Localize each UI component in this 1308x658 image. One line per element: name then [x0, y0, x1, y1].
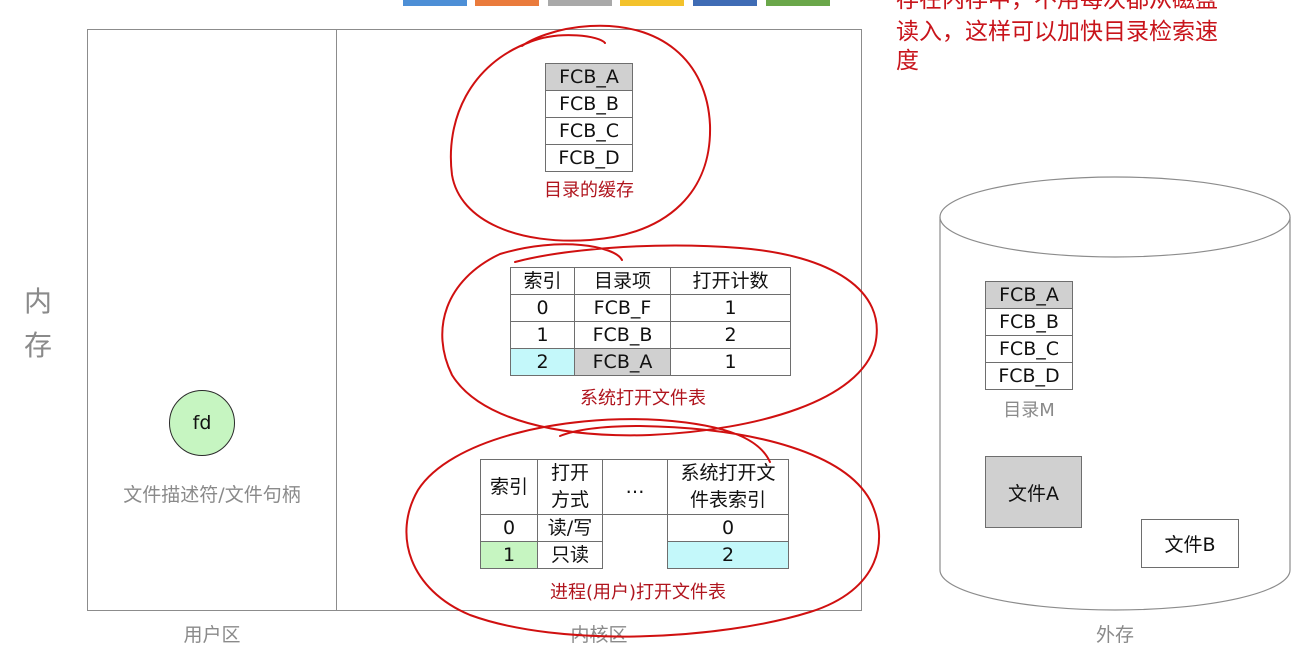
- cylinder-top: [939, 176, 1291, 258]
- table-cell: 0: [667, 514, 789, 542]
- file-b-label: 文件B: [1164, 534, 1216, 556]
- table-cell: [602, 541, 668, 569]
- fd-circle: fd: [169, 390, 235, 456]
- strip-yellow: [620, 0, 684, 6]
- table-cell: 读/写: [537, 514, 603, 542]
- note-line-2: 读入，这样可以加快目录检索速: [896, 19, 1218, 45]
- table-row: FCB_B: [985, 308, 1073, 336]
- process-open-file-table: 索引 打开 方式 … 系统打开文 件表索引 0 读/写 0 1 只读 2: [480, 459, 789, 569]
- table-cell: FCB_A: [574, 348, 671, 376]
- dir-cache-table: FCB_A FCB_B FCB_C FCB_D: [545, 63, 633, 172]
- table-header-row: 索引 目录项 打开计数: [510, 267, 791, 295]
- table-row: 2 FCB_A 1: [510, 348, 791, 376]
- table-row: FCB_D: [545, 144, 633, 172]
- table-header-cell: 目录项: [574, 267, 671, 295]
- strip-darkblue: [693, 0, 757, 6]
- table-cell: FCB_F: [574, 294, 671, 322]
- table-row: 0 FCB_F 1: [510, 294, 791, 322]
- note-line-3: 度: [896, 48, 919, 74]
- note-line-1: 存在内存中，不用每次都从磁盘: [896, 0, 1218, 13]
- table-header-cell: 系统打开文 件表索引: [667, 459, 789, 515]
- table-row: FCB_D: [985, 362, 1073, 390]
- strip-blue: [403, 0, 467, 6]
- table-header-cell: 索引: [480, 459, 538, 515]
- dir-cache-caption: 目录的缓存: [544, 180, 634, 201]
- table-header-cell: 打开 方式: [537, 459, 603, 515]
- table-cell: FCB_C: [985, 335, 1073, 363]
- table-row: 1 只读 2: [480, 541, 789, 569]
- strip-orange: [475, 0, 539, 6]
- table-header-cell: 索引: [510, 267, 575, 295]
- system-open-file-table: 索引 目录项 打开计数 0 FCB_F 1 1 FCB_B 2 2 FCB_A …: [510, 267, 791, 376]
- file-a-box: 文件A: [985, 456, 1082, 528]
- user-area-panel: fd 文件描述符/文件句柄: [87, 29, 337, 611]
- kernel-area-label: 内核区: [570, 624, 628, 646]
- table-cell: 0: [510, 294, 575, 322]
- table-cell: 只读: [537, 541, 603, 569]
- table-cell: 1: [670, 348, 791, 376]
- table-row: FCB_A: [985, 281, 1073, 309]
- table-cell: FCB_D: [545, 144, 633, 172]
- table-row: 1 FCB_B 2: [510, 321, 791, 349]
- table-header-cell: …: [602, 459, 668, 515]
- table-cell: FCB_B: [545, 90, 633, 118]
- directory-m-table: FCB_A FCB_B FCB_C FCB_D: [985, 281, 1073, 390]
- table-row: FCB_B: [545, 90, 633, 118]
- table-cell: FCB_C: [545, 117, 633, 145]
- table-header-row: 索引 打开 方式 … 系统打开文 件表索引: [480, 459, 789, 515]
- table-cell: 1: [510, 321, 575, 349]
- table-cell: FCB_B: [985, 308, 1073, 336]
- system-open-table-caption: 系统打开文件表: [580, 388, 706, 409]
- table-cell: FCB_A: [985, 281, 1073, 309]
- table-row: 0 读/写 0: [480, 514, 789, 542]
- memory-label-char-1: 内: [24, 285, 53, 318]
- user-area-label: 用户区: [183, 624, 241, 646]
- external-storage-label: 外存: [1095, 624, 1134, 646]
- table-cell: FCB_D: [985, 362, 1073, 390]
- file-b-box: 文件B: [1141, 519, 1239, 568]
- fd-caption: 文件描述符/文件句柄: [123, 484, 301, 506]
- directory-m-caption: 目录M: [1003, 400, 1055, 421]
- table-row: FCB_A: [545, 63, 633, 91]
- table-row: FCB_C: [985, 335, 1073, 363]
- table-header-cell: 打开计数: [670, 267, 791, 295]
- table-cell: 2: [667, 541, 789, 569]
- table-cell: 1: [480, 541, 538, 569]
- file-a-label: 文件A: [1008, 482, 1059, 505]
- table-cell: 2: [670, 321, 791, 349]
- table-cell: 1: [670, 294, 791, 322]
- table-cell: [602, 514, 668, 542]
- memory-label-char-2: 存: [24, 329, 53, 362]
- strip-green: [766, 0, 830, 6]
- strip-gray: [548, 0, 612, 6]
- table-cell: 0: [480, 514, 538, 542]
- fd-label: fd: [192, 412, 212, 434]
- process-open-table-caption: 进程(用户)打开文件表: [549, 582, 727, 603]
- table-cell: FCB_B: [574, 321, 671, 349]
- table-cell: 2: [510, 348, 575, 376]
- table-row: FCB_C: [545, 117, 633, 145]
- table-cell: FCB_A: [545, 63, 633, 91]
- memory-label: 内 存: [24, 280, 52, 368]
